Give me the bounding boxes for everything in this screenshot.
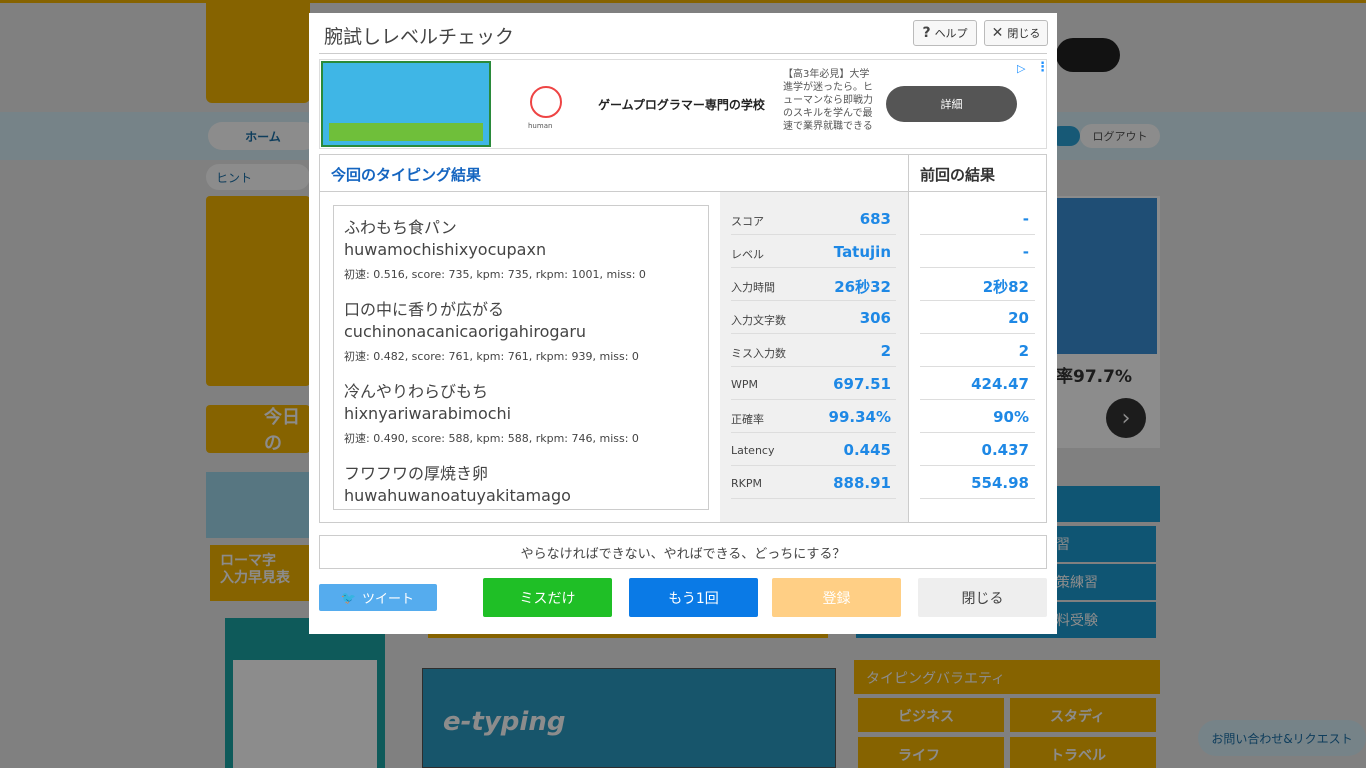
title-divider <box>319 53 1047 54</box>
stat-current-value: 888.91 <box>833 474 891 492</box>
stat-label: 入力文字数 <box>731 314 786 327</box>
stat-current-value: 26秒32 <box>834 278 891 296</box>
results-column-divider <box>908 155 909 522</box>
word-stats: 初速: 0.516, score: 735, kpm: 735, rkpm: 1… <box>344 268 646 281</box>
ad-banner[interactable]: human ゲームプログラマー専門の学校 【高3年必見】大学進学が迷ったら。ヒュ… <box>319 59 1049 149</box>
stat-divider <box>920 234 1035 235</box>
tweet-button[interactable]: 🐦 ツイート <box>319 584 437 611</box>
stat-previous-value: 424.47 <box>971 375 1029 393</box>
stat-divider <box>731 465 896 466</box>
ad-image-ground <box>329 123 483 141</box>
stat-label: 正確率 <box>731 413 764 426</box>
level-check-modal: 腕試しレベルチェック ? ヘルプ ✕ 閉じる human ゲームプログラマー専門の学… <box>309 13 1057 634</box>
stat-label: WPM <box>731 378 759 391</box>
stat-current-value: 0.445 <box>843 441 891 459</box>
retry-button[interactable]: もう1回 <box>629 578 758 617</box>
ad-logo-text: human <box>528 122 553 130</box>
stat-divider <box>920 366 1035 367</box>
stat-divider <box>920 267 1035 268</box>
stat-divider <box>731 267 896 268</box>
stat-current-value: 697.51 <box>833 375 891 393</box>
word-romaji: huwahuwanoatuyakitamago <box>344 486 571 505</box>
stat-divider <box>920 300 1035 301</box>
word-list[interactable]: ふわもち食パン huwamochishixyocupaxn 初速: 0.516,… <box>333 205 709 510</box>
stat-divider <box>920 465 1035 466</box>
stat-divider <box>731 498 896 499</box>
stat-current-value: 99.34% <box>828 408 891 426</box>
word-japanese: フワフワの厚焼き卵 <box>344 464 489 483</box>
stat-divider <box>731 366 896 367</box>
modal-title: 腕試しレベルチェック <box>324 26 515 48</box>
stat-previous-value: 554.98 <box>971 474 1029 492</box>
word-japanese: 口の中に香りが広がる <box>344 300 505 319</box>
list-item: 口の中に香りが広がる cuchinonacanicaorigahirogaru … <box>344 300 694 364</box>
miss-only-button[interactable]: ミスだけ <box>483 578 612 617</box>
close-button[interactable]: 閉じる <box>918 578 1047 617</box>
close-top-label: 閉じる <box>1007 27 1041 40</box>
close-icon: ✕ <box>991 25 1004 41</box>
stat-previous-value: - <box>1022 210 1029 228</box>
ad-menu-icon[interactable]: ⋮ <box>1036 60 1049 75</box>
register-button[interactable]: 登録 <box>772 578 901 617</box>
stat-current-value: 306 <box>859 309 891 327</box>
word-japanese: 冷んやりわらびもち <box>344 382 489 401</box>
stat-divider <box>731 300 896 301</box>
stat-divider <box>731 333 896 334</box>
word-japanese: ふわもち食パン <box>344 218 457 237</box>
ad-logo-icon <box>530 86 562 118</box>
stat-current-value: 2 <box>880 342 891 360</box>
results-title: 今回のタイピング結果 <box>331 166 482 184</box>
results-panel: 今回のタイピング結果 前回の結果 ふわもち食パン huwamochishixyo… <box>319 154 1047 523</box>
stat-current-value: Tatujin <box>833 243 891 261</box>
stat-label: 入力時間 <box>731 281 775 294</box>
word-stats: 初速: 0.490, score: 588, kpm: 588, rkpm: 7… <box>344 432 639 445</box>
stat-previous-value: 20 <box>1008 309 1029 327</box>
ad-image <box>321 61 491 147</box>
twitter-icon: 🐦 <box>341 590 356 605</box>
help-label: ヘルプ <box>934 27 968 40</box>
help-button[interactable]: ? ヘルプ <box>913 20 977 46</box>
stat-label: スコア <box>731 215 764 228</box>
stat-current-value: 683 <box>859 210 891 228</box>
previous-title: 前回の結果 <box>920 166 996 184</box>
question-icon: ? <box>922 25 931 41</box>
close-top-button[interactable]: ✕ 閉じる <box>984 20 1048 46</box>
stat-label: レベル <box>731 248 764 261</box>
stat-previous-value: 2 <box>1018 342 1029 360</box>
stat-previous-value: 90% <box>993 408 1029 426</box>
stat-previous-value: 0.437 <box>981 441 1029 459</box>
tweet-label: ツイート <box>361 592 414 607</box>
ad-choices-icon[interactable]: ▷ <box>1017 62 1025 75</box>
stat-divider <box>731 399 896 400</box>
word-romaji: cuchinonacanicaorigahirogaru <box>344 322 587 341</box>
quote-box: やらなければできない、やればできる、どっちにする？ <box>319 535 1047 569</box>
stat-label: RKPM <box>731 477 762 490</box>
list-item: 冷んやりわらびもち hixnyariwarabimochi 初速: 0.490,… <box>344 382 694 446</box>
word-romaji: huwamochishixyocupaxn <box>344 240 547 259</box>
stat-divider <box>920 399 1035 400</box>
stat-divider <box>731 234 896 235</box>
ad-detail-button[interactable]: 詳細 <box>886 86 1017 122</box>
list-item: ふわもち食パン huwamochishixyocupaxn 初速: 0.516,… <box>344 218 694 282</box>
stat-label: Latency <box>731 444 775 457</box>
stat-label: ミス入力数 <box>731 347 786 360</box>
ad-school-name: ゲームプログラマー専門の学校 <box>598 98 765 112</box>
stat-previous-value: 2秒82 <box>982 278 1029 296</box>
stat-divider <box>920 432 1035 433</box>
results-header-divider <box>320 191 1046 192</box>
stat-divider <box>920 498 1035 499</box>
word-stats: 初速: 0.482, score: 761, kpm: 761, rkpm: 9… <box>344 350 639 363</box>
list-item: フワフワの厚焼き卵 huwahuwanoatuyakitamago <box>344 464 694 509</box>
ad-description: 【高3年必見】大学進学が迷ったら。ヒューマンなら即戦力のスキルを学んで最速で業界… <box>783 69 873 132</box>
stat-previous-value: - <box>1022 243 1029 261</box>
stat-divider <box>731 432 896 433</box>
word-romaji: hixnyariwarabimochi <box>344 404 512 423</box>
stat-divider <box>920 333 1035 334</box>
